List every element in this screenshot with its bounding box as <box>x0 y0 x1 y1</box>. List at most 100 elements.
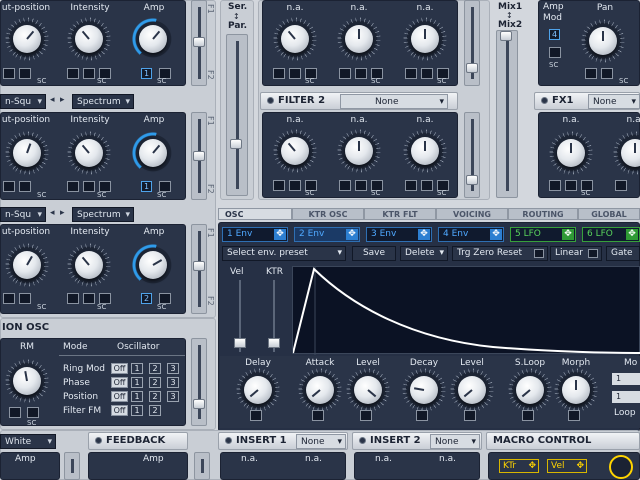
trg-zero-reset-toggle[interactable]: Trg Zero Reset <box>452 246 548 261</box>
fx1-mod-slot[interactable] <box>565 180 577 191</box>
osc2-amp-knob[interactable] <box>131 131 175 175</box>
osc3-mod-slot[interactable] <box>67 293 79 304</box>
osc1-mod-slot[interactable] <box>67 68 79 79</box>
osc3-intensity-knob[interactable] <box>67 243 111 287</box>
filter-fm-osc-2[interactable]: 2 <box>149 405 161 416</box>
position-osc-1[interactable]: 1 <box>131 391 143 402</box>
env-2-button[interactable]: 2 Env ✥ <box>294 227 360 242</box>
filter1-mod-slot[interactable] <box>405 68 417 79</box>
osc2-mode-select[interactable]: n-Squ ▾ <box>0 94 46 109</box>
position-osc-2[interactable]: 2 <box>149 391 161 402</box>
filter2-knob-1[interactable] <box>273 129 317 173</box>
osc3-prev-arrow[interactable]: ◂ <box>50 208 55 218</box>
osc2-mod-slot[interactable] <box>67 181 79 192</box>
osc1-f1-f2-slider[interactable] <box>191 0 207 86</box>
pan-mod-slot[interactable] <box>585 68 597 79</box>
insert2-type-select[interactable]: None ▾ <box>430 434 480 449</box>
mix-slider[interactable] <box>496 30 518 198</box>
osc2-mod-slot[interactable] <box>3 181 15 192</box>
fx1-type-select[interactable]: None ▾ <box>588 94 640 109</box>
env-save-button[interactable]: Save <box>352 246 396 261</box>
phase-off-button[interactable]: Off <box>111 377 128 388</box>
osc2-spectrum-select[interactable]: Spectrum ▾ <box>72 94 134 109</box>
filter1-mod-slot[interactable] <box>339 68 351 79</box>
filter-fm-off-button[interactable]: Off <box>111 405 128 416</box>
tab-voicing[interactable]: VOICING <box>436 208 508 220</box>
osc2-amp-value[interactable]: 1 <box>141 181 152 192</box>
lfo-6-button[interactable]: 6 LFO ✥ <box>582 227 640 242</box>
osc3-next-arrow[interactable]: ▸ <box>60 208 65 218</box>
filter2-mod-slot[interactable] <box>405 180 417 191</box>
osc1-position-knob[interactable] <box>5 17 49 61</box>
filter2-type-select[interactable]: None ▾ <box>340 94 448 109</box>
filter1-knob-1[interactable] <box>273 17 317 61</box>
decay-mod-slot[interactable] <box>416 410 428 421</box>
envelope-display[interactable] <box>292 266 640 355</box>
filter2-mod-slot[interactable] <box>355 180 367 191</box>
delay-knob[interactable] <box>236 368 280 412</box>
osc3-spectrum-select[interactable]: Spectrum ▾ <box>72 207 134 222</box>
osc2-intensity-knob[interactable] <box>67 131 111 175</box>
filter2-knob-3[interactable] <box>403 129 447 173</box>
env-right-field-1[interactable]: 1 <box>612 373 640 385</box>
ring-osc-slider[interactable] <box>191 338 207 426</box>
env-3-button[interactable]: 3 Env ✥ <box>366 227 432 242</box>
ring-mod-osc-1[interactable]: 1 <box>131 363 143 374</box>
osc1-mod-slot[interactable] <box>83 68 95 79</box>
filter2-slider[interactable] <box>464 112 480 198</box>
filter2-mod-slot[interactable] <box>421 180 433 191</box>
filter1-mod-slot[interactable] <box>421 68 433 79</box>
filter2-knob-2[interactable] <box>337 129 381 173</box>
fx1-mod-slot[interactable] <box>615 180 627 191</box>
noise-slider[interactable] <box>64 452 80 480</box>
osc3-mod-slot[interactable] <box>19 293 31 304</box>
tab-ktr-osc[interactable]: KTR OSC <box>292 208 364 220</box>
filter1-mod-slot[interactable] <box>289 68 301 79</box>
filter2-mod-slot[interactable] <box>289 180 301 191</box>
fx1-knob-2[interactable] <box>613 131 640 175</box>
ring-mod-off-button[interactable]: Off <box>111 363 128 374</box>
ring-mod-osc-2[interactable]: 2 <box>149 363 161 374</box>
tab-osc[interactable]: OSC <box>218 208 292 220</box>
s-loop-mod-slot[interactable] <box>522 410 534 421</box>
osc3-amp-knob[interactable] <box>131 243 175 287</box>
pan-mod-slot[interactable] <box>601 68 613 79</box>
insert1-power-icon[interactable] <box>225 437 232 444</box>
filter1-mod-slot[interactable] <box>355 68 367 79</box>
filter1-mod-slot[interactable] <box>273 68 285 79</box>
ring-mod-osc-3[interactable]: 3 <box>167 363 179 374</box>
env-1-button[interactable]: 1 Env ✥ <box>222 227 288 242</box>
macro-ktr-button[interactable]: KTr ✥ <box>499 459 539 473</box>
osc2-prev-arrow[interactable]: ◂ <box>50 95 55 105</box>
osc1-mod-slot[interactable] <box>19 68 31 79</box>
osc3-f1-f2-slider[interactable] <box>191 224 207 314</box>
attack-level-knob[interactable] <box>346 368 390 412</box>
osc1-intensity-knob[interactable] <box>67 17 111 61</box>
phase-osc-2[interactable]: 2 <box>149 377 161 388</box>
linear-toggle[interactable]: Linear <box>550 246 602 261</box>
env-delete-select[interactable]: Delete ▾ <box>400 246 448 261</box>
filter1-knob-3[interactable] <box>403 17 447 61</box>
osc2-position-knob[interactable] <box>5 131 49 175</box>
osc1-amp-value[interactable]: 1 <box>141 68 152 79</box>
position-osc-3[interactable]: 3 <box>167 391 179 402</box>
drag-icon[interactable]: ✥ <box>346 229 358 240</box>
osc1-amp-knob[interactable] <box>131 17 175 61</box>
gate-toggle[interactable]: Gate <box>606 246 640 261</box>
insert1-type-select[interactable]: None ▾ <box>296 434 346 449</box>
filter1-knob-2[interactable] <box>337 17 381 61</box>
filter2-mod-slot[interactable] <box>339 180 351 191</box>
lfo-5-button[interactable]: 5 LFO ✥ <box>510 227 576 242</box>
fx1-power-icon[interactable] <box>541 97 548 104</box>
decay-knob[interactable] <box>402 368 446 412</box>
morph-mod-slot[interactable] <box>568 410 580 421</box>
decay-level-knob[interactable] <box>450 368 494 412</box>
rm-knob[interactable] <box>5 359 49 403</box>
drag-icon[interactable]: ✥ <box>274 229 286 240</box>
amp-mod-value[interactable]: 4 <box>549 29 560 40</box>
osc3-mod-slot[interactable] <box>83 293 95 304</box>
insert2-power-icon[interactable] <box>359 437 366 444</box>
noise-type-select[interactable]: White ▾ <box>0 434 56 449</box>
tab-ktr-flt[interactable]: KTR FLT <box>364 208 436 220</box>
position-off-button[interactable]: Off <box>111 391 128 402</box>
